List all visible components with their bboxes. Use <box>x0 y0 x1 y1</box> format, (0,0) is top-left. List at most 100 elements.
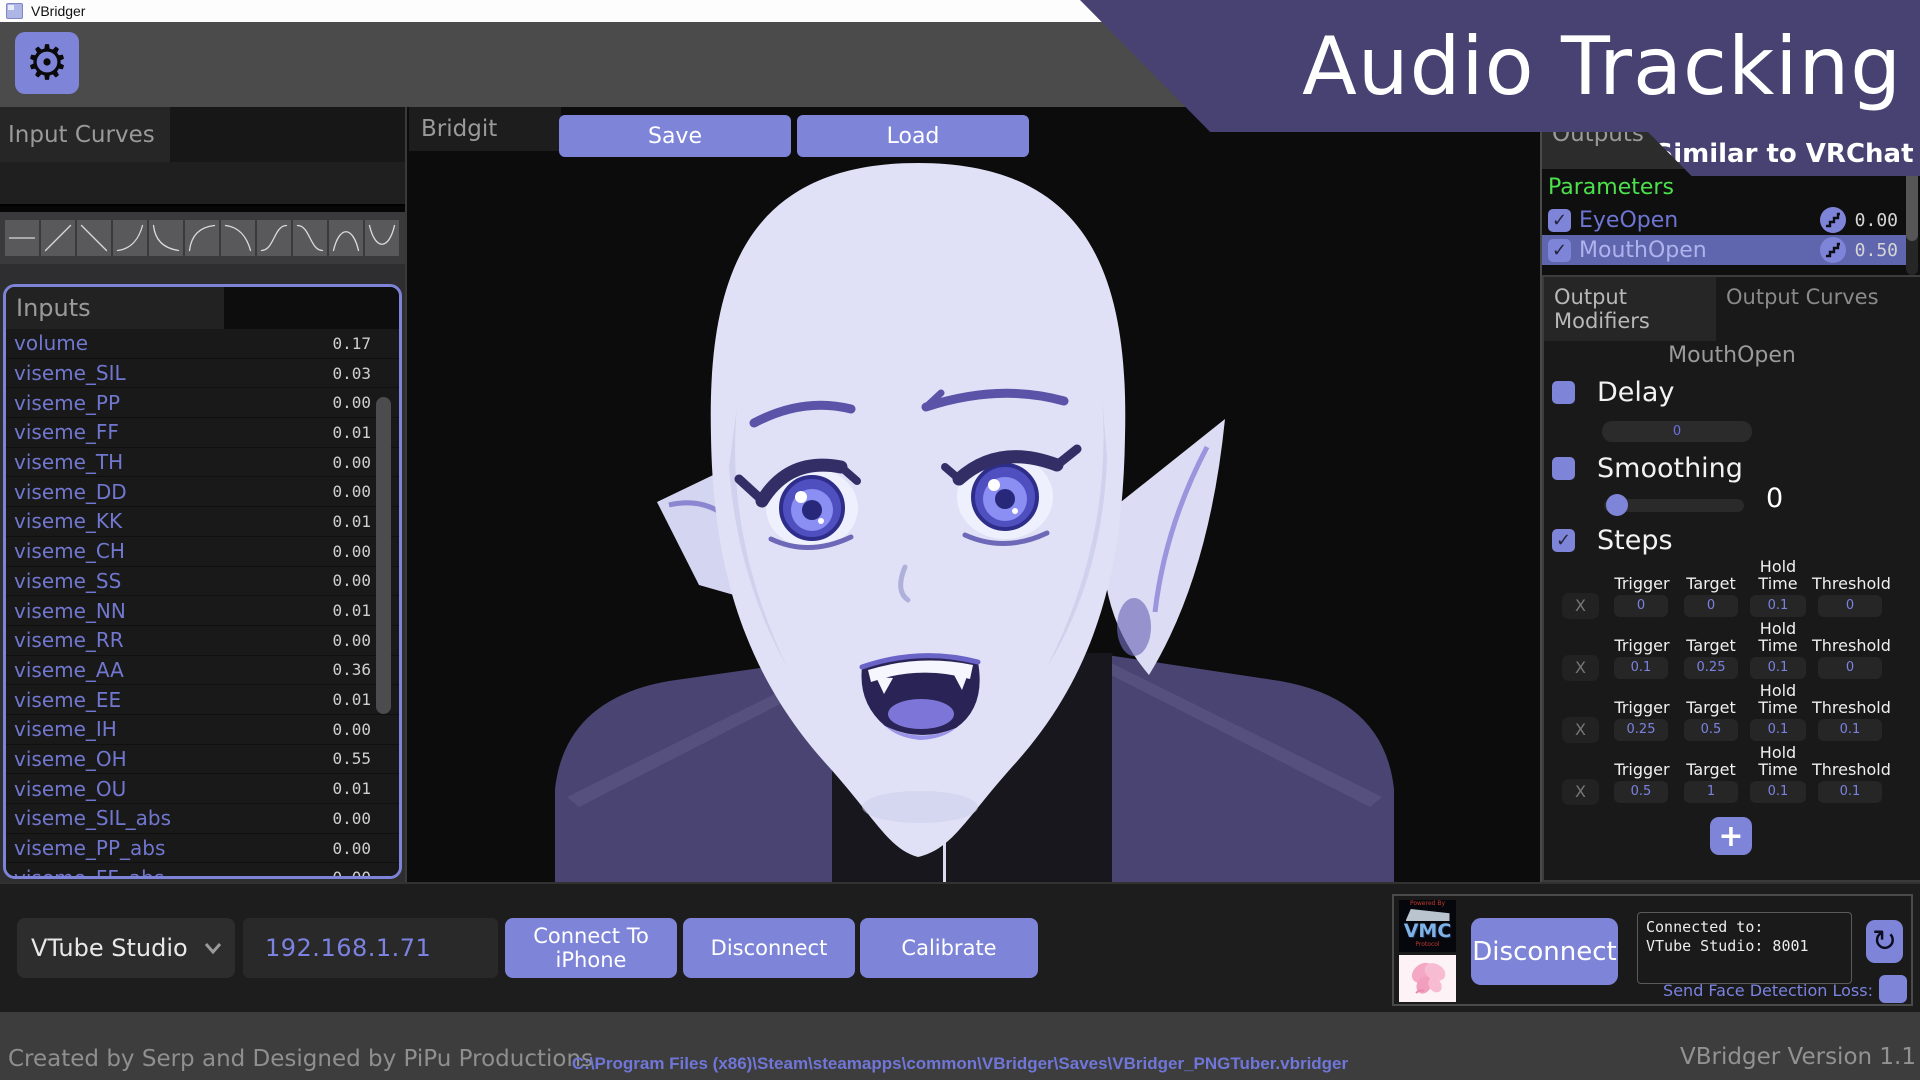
tracker-select-value: VTube Studio <box>31 934 188 962</box>
input-row-viseme_IH[interactable]: viseme_IH0.00 <box>6 715 399 745</box>
input-row-viseme_FF[interactable]: viseme_FF0.01 <box>6 418 399 448</box>
smoothing-slider[interactable] <box>1604 499 1744 512</box>
tab-input-curves[interactable]: Input Curves <box>0 107 170 162</box>
target-input[interactable]: 0.25 <box>1684 657 1738 679</box>
smoothing-slider-knob[interactable] <box>1606 494 1628 516</box>
hold-time-header: HoldTime <box>1746 683 1810 717</box>
input-label: viseme_OU <box>6 777 332 801</box>
tab-bridgit[interactable]: Bridgit <box>409 107 561 151</box>
curve-button-smooth-rise[interactable] <box>257 220 291 256</box>
input-label: viseme_KK <box>6 509 332 533</box>
curve-button-ease-in-fall[interactable] <box>221 220 255 256</box>
target-input[interactable]: 0.5 <box>1684 719 1738 741</box>
tab-output-curves[interactable]: Output Curves <box>1716 277 1888 341</box>
vmc-protocol-logo[interactable]: Powered By VMC Protocol <box>1399 900 1456 952</box>
tracker-select[interactable]: VTube Studio <box>17 918 235 978</box>
hold-time-input[interactable]: 0.1 <box>1750 719 1806 741</box>
calibrate-button[interactable]: Calibrate <box>860 918 1038 978</box>
curve-button-smooth-fall[interactable] <box>293 220 327 256</box>
curve-button-ease-in-rise[interactable] <box>113 220 147 256</box>
steps-icon[interactable] <box>1819 206 1847 234</box>
input-row-viseme_OU[interactable]: viseme_OU0.01 <box>6 774 399 804</box>
input-row-viseme_OH[interactable]: viseme_OH0.55 <box>6 745 399 775</box>
vmc-disconnect-button[interactable]: Disconnect <box>1471 918 1618 985</box>
save-file-path: C:\Program Files (x86)\Steam\steamapps\c… <box>572 1054 1348 1074</box>
input-panel: Input Curves Inputs volume0.17viseme_SIL… <box>0 107 405 882</box>
parameter-checkbox[interactable]: ✓ <box>1548 239 1571 262</box>
ifacialmocap-logo[interactable] <box>1399 955 1456 1002</box>
curve-button-valley[interactable] <box>365 220 399 256</box>
delay-checkbox[interactable]: ✓ <box>1552 381 1575 404</box>
steps-label: Steps <box>1597 525 1673 556</box>
input-row-viseme_AA[interactable]: viseme_AA0.36 <box>6 656 399 686</box>
hold-time-input[interactable]: 0.1 <box>1750 657 1806 679</box>
tab-output-modifiers[interactable]: Output Modifiers <box>1544 277 1716 341</box>
parameters-scrollbar[interactable] <box>1906 169 1918 275</box>
add-step-button[interactable]: + <box>1710 817 1752 855</box>
trigger-header: Trigger <box>1608 638 1676 655</box>
threshold-header: Threshold <box>1812 700 1888 717</box>
target-input[interactable]: 0 <box>1684 595 1738 617</box>
remove-step-button[interactable]: X <box>1562 593 1599 619</box>
parameter-checkbox[interactable]: ✓ <box>1548 209 1571 232</box>
refresh-button[interactable]: ↻ <box>1866 920 1903 963</box>
hold-time-input[interactable]: 0.1 <box>1750 595 1806 617</box>
curve-button-ease-out-fall[interactable] <box>149 220 183 256</box>
input-row-viseme_EE[interactable]: viseme_EE0.01 <box>6 685 399 715</box>
input-row-viseme_CH[interactable]: viseme_CH0.00 <box>6 537 399 567</box>
input-row-viseme_SS[interactable]: viseme_SS0.00 <box>6 567 399 597</box>
input-row-viseme_DD[interactable]: viseme_DD0.00 <box>6 477 399 507</box>
input-row-viseme_SIL_abs[interactable]: viseme_SIL_abs0.00 <box>6 804 399 834</box>
threshold-input[interactable]: 0.1 <box>1818 781 1882 803</box>
disconnect-button[interactable]: Disconnect <box>683 918 855 978</box>
parameter-row-EyeOpen[interactable]: ✓EyeOpen0.00 <box>1542 205 1908 235</box>
input-row-viseme_NN[interactable]: viseme_NN0.01 <box>6 596 399 626</box>
threshold-input[interactable]: 0 <box>1818 657 1882 679</box>
parameter-row-MouthOpen[interactable]: ✓MouthOpen0.50 <box>1542 235 1908 265</box>
app-icon <box>6 3 23 19</box>
smoothing-label: Smoothing <box>1597 453 1743 484</box>
trigger-input[interactable]: 0.5 <box>1614 781 1668 803</box>
trigger-input[interactable]: 0.1 <box>1614 657 1668 679</box>
steps-checkbox[interactable]: ✓ <box>1552 529 1575 552</box>
curve-button-flat[interactable] <box>5 220 39 256</box>
save-button[interactable]: Save <box>559 115 791 157</box>
trigger-input[interactable]: 0 <box>1614 595 1668 617</box>
input-row-volume[interactable]: volume0.17 <box>6 329 399 359</box>
hold-time-input[interactable]: 0.1 <box>1750 781 1806 803</box>
remove-step-button[interactable]: X <box>1562 717 1599 743</box>
input-row-viseme_FF_abs[interactable]: viseme_FF_abs0.00 <box>6 863 399 879</box>
steps-icon[interactable] <box>1819 236 1847 264</box>
face-loss-checkbox[interactable] <box>1879 975 1907 1003</box>
tab-inputs[interactable]: Inputs <box>6 287 224 329</box>
threshold-input[interactable]: 0 <box>1818 595 1882 617</box>
window-title: VBridger <box>31 3 85 19</box>
input-row-viseme_PP_abs[interactable]: viseme_PP_abs0.00 <box>6 834 399 864</box>
input-row-viseme_TH[interactable]: viseme_TH0.00 <box>6 448 399 478</box>
delay-value-input[interactable]: 0 <box>1602 421 1752 442</box>
curve-button-ease-out-rise[interactable] <box>185 220 219 256</box>
remove-step-button[interactable]: X <box>1562 655 1599 681</box>
trigger-input[interactable]: 0.25 <box>1614 719 1668 741</box>
target-header: Target <box>1680 762 1742 779</box>
curve-button-linear-rise[interactable] <box>41 220 75 256</box>
input-row-viseme_PP[interactable]: viseme_PP0.00 <box>6 388 399 418</box>
curve-button-linear-fall[interactable] <box>77 220 111 256</box>
settings-button[interactable]: ⚙ <box>15 32 79 94</box>
banner-subtitle: Similar to VRChat <box>1654 139 1913 169</box>
input-row-viseme_KK[interactable]: viseme_KK0.01 <box>6 507 399 537</box>
vmc-logo-top-text: Powered By <box>1399 900 1456 907</box>
curve-button-hill[interactable] <box>329 220 363 256</box>
threshold-input[interactable]: 0.1 <box>1818 719 1882 741</box>
inputs-scrollbar[interactable] <box>376 397 391 714</box>
refresh-icon: ↻ <box>1872 924 1897 959</box>
input-row-viseme_SIL[interactable]: viseme_SIL0.03 <box>6 359 399 389</box>
input-row-viseme_RR[interactable]: viseme_RR0.00 <box>6 626 399 656</box>
remove-step-button[interactable]: X <box>1562 779 1599 805</box>
step-row-4: XTriggerTargetHoldTimeThreshold0.510.10.… <box>1544 745 1920 807</box>
load-button[interactable]: Load <box>797 115 1029 157</box>
target-input[interactable]: 1 <box>1684 781 1738 803</box>
smoothing-checkbox[interactable]: ✓ <box>1552 457 1575 480</box>
connect-iphone-button[interactable]: Connect To iPhone <box>505 918 677 978</box>
ip-address-input[interactable]: 192.168.1.71 <box>243 918 498 978</box>
